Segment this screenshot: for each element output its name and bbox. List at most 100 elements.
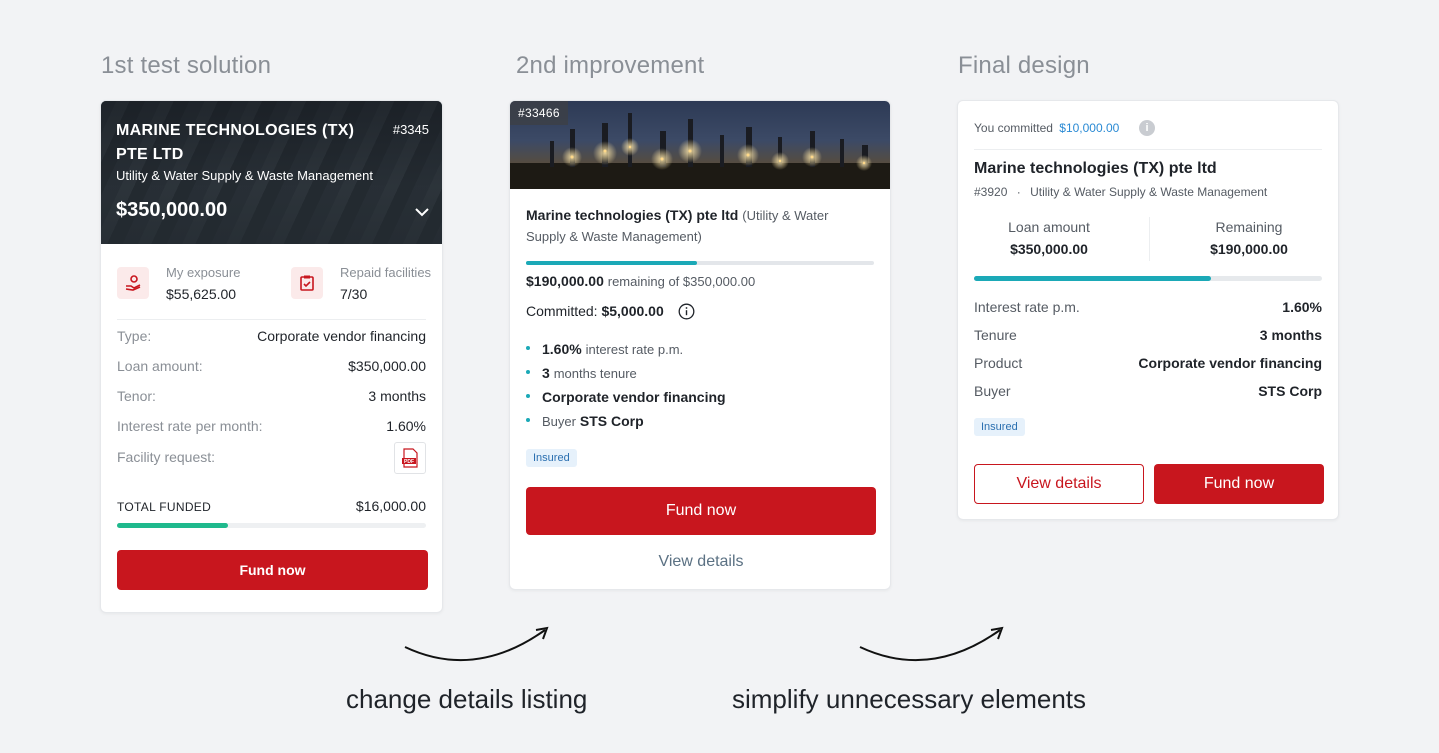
detail-value: 3 months — [368, 388, 426, 404]
bullet-dot — [526, 370, 530, 375]
committed-value: $10,000.00 — [1059, 121, 1120, 135]
bullet-strong: Corporate vendor financing — [542, 389, 726, 405]
column-title-first: 1st test solution — [101, 52, 272, 79]
company-name: Marine technologies (TX) pte ltd — [526, 207, 739, 223]
detail-value: Corporate vendor financing — [1138, 355, 1322, 371]
bullet-dot — [526, 346, 530, 351]
detail-value: Corporate vendor financing — [257, 328, 426, 344]
detail-row: Facility request: — [117, 449, 426, 469]
detail-value: 3 months — [1259, 327, 1322, 343]
detail-row: Interest rate per month: 1.60% — [117, 418, 426, 438]
detail-key: Buyer — [974, 383, 1011, 399]
company-subtitle: #3920 · Utility & Water Supply & Waste M… — [974, 185, 1267, 199]
curved-arrow-icon — [859, 626, 1004, 662]
info-icon[interactable] — [678, 303, 695, 320]
detail-value: STS Corp — [1258, 383, 1322, 399]
loan-card-final: You committed $10,000.00 i Marine techno… — [957, 100, 1339, 520]
industry-label: Utility & Water Supply & Waste Managemen… — [1030, 185, 1268, 199]
total-funded-value: $16,000.00 — [355, 498, 426, 514]
detail-row: Loan amount: $350,000.00 — [117, 358, 426, 378]
divider — [117, 319, 426, 320]
detail-row: Buyer STS Corp — [974, 383, 1322, 403]
committed-summary: You committed $10,000.00 — [974, 121, 1119, 135]
bullet-strong: 1.60% — [542, 341, 582, 357]
hand-coin-icon — [117, 267, 149, 299]
company-name: MARINE TECHNOLOGIES (TX) PTE LTD — [116, 122, 355, 163]
bullet-dot — [526, 418, 530, 423]
bullet-text: Buyer — [542, 414, 576, 429]
list-item: 3 months tenure — [526, 365, 637, 381]
detail-key: Interest rate per month: — [117, 418, 263, 434]
loan-id: #3920 — [974, 185, 1008, 199]
loan-amount-label: Loan amount — [1008, 219, 1090, 235]
remaining-amount: $190,000.00 — [526, 273, 604, 289]
bullet-text: interest rate p.m. — [585, 342, 684, 357]
loan-card-second: #33466 Marine technologies (TX) pte ltd … — [509, 100, 891, 590]
detail-row: Type: Corporate vendor financing — [117, 328, 426, 348]
remaining-progress-bar — [526, 261, 874, 265]
detail-key: Loan amount: — [117, 358, 203, 374]
total-funded-label: TOTAL FUNDED — [117, 500, 212, 514]
detail-key: Type: — [117, 328, 152, 344]
loan-amount: $350,000.00 — [116, 199, 228, 221]
caption-right: simplify unnecessary elements — [732, 684, 1087, 714]
loan-card-first: MARINE TECHNOLOGIES (TX) PTE LTD #3345 U… — [100, 100, 443, 613]
detail-row: Interest rate p.m. 1.60% — [974, 299, 1322, 319]
info-icon[interactable]: i — [1139, 120, 1155, 136]
caption-left: change details listing — [346, 684, 588, 714]
view-details-link[interactable]: View details — [526, 553, 876, 571]
funded-progress-fill — [117, 523, 229, 528]
remaining-progress-fill — [974, 276, 1211, 281]
loan-amount-stat: Loan amount $350,000.00 — [974, 219, 1124, 257]
committed-summary: Committed: $5,000.00 — [526, 303, 664, 319]
facility-label: Facility request: — [117, 449, 216, 465]
remaining-stat: Remaining $190,000.00 — [1174, 219, 1324, 257]
bullet-strong: STS Corp — [579, 413, 644, 429]
committed-label: You committed — [974, 121, 1053, 135]
detail-key: Tenure — [974, 327, 1017, 343]
fund-now-button[interactable]: Fund now — [1154, 464, 1324, 504]
column-title-final: Final design — [958, 52, 1090, 79]
column-title-second: 2nd improvement — [516, 52, 705, 79]
remaining-text: remaining of $350,000.00 — [607, 274, 756, 289]
loan-id: #3345 — [392, 122, 429, 137]
detail-value: 1.60% — [1282, 299, 1322, 315]
detail-row: Tenure 3 months — [974, 327, 1322, 347]
clipboard-check-icon — [291, 267, 323, 299]
exposure-label: My exposure — [166, 265, 241, 280]
pdf-label: PDF — [404, 459, 414, 465]
detail-row: Tenor: 3 months — [117, 388, 426, 408]
view-details-button[interactable]: View details — [974, 464, 1144, 504]
dot-separator: · — [1016, 185, 1021, 199]
company-name: Marine technologies (TX) pte ltd — [974, 160, 1217, 177]
repaid-value: 7/30 — [340, 286, 368, 302]
company-title: Marine technologies (TX) pte ltd (Utilit… — [526, 205, 866, 247]
fund-now-button[interactable]: Fund now — [117, 550, 428, 590]
remaining-label: Remaining — [1215, 219, 1283, 235]
divider — [974, 149, 1322, 150]
repaid-label: Repaid facilities — [340, 265, 432, 280]
bullet-strong: 3 — [542, 365, 550, 381]
remaining-value: $190,000.00 — [1210, 241, 1288, 257]
curved-arrow-icon — [404, 626, 549, 662]
detail-key: Product — [974, 355, 1023, 371]
divider — [1149, 217, 1150, 261]
hero-image: MARINE TECHNOLOGIES (TX) PTE LTD #3345 U… — [101, 101, 442, 244]
detail-key: Tenor: — [117, 388, 156, 404]
list-item: Corporate vendor financing — [526, 389, 726, 405]
list-item: 1.60% interest rate p.m. — [526, 341, 683, 357]
fund-now-button[interactable]: Fund now — [526, 487, 876, 535]
detail-row: Product Corporate vendor financing — [974, 355, 1322, 375]
funded-progress-bar — [117, 523, 426, 528]
loan-id-badge: #33466 — [510, 101, 568, 125]
remaining-progress-bar — [974, 276, 1322, 281]
exposure-value: $55,625.00 — [166, 286, 237, 302]
insured-badge: Insured — [974, 418, 1025, 436]
hero-image: #33466 — [510, 101, 890, 189]
chevron-down-icon[interactable] — [413, 205, 431, 219]
pdf-file-icon[interactable]: PDF — [394, 442, 426, 474]
bullet-text: months tenure — [553, 366, 637, 381]
committed-label: Committed: — [526, 303, 598, 319]
industry-label: Utility & Water Supply & Waste Managemen… — [116, 168, 373, 183]
list-item: Buyer STS Corp — [526, 413, 644, 429]
